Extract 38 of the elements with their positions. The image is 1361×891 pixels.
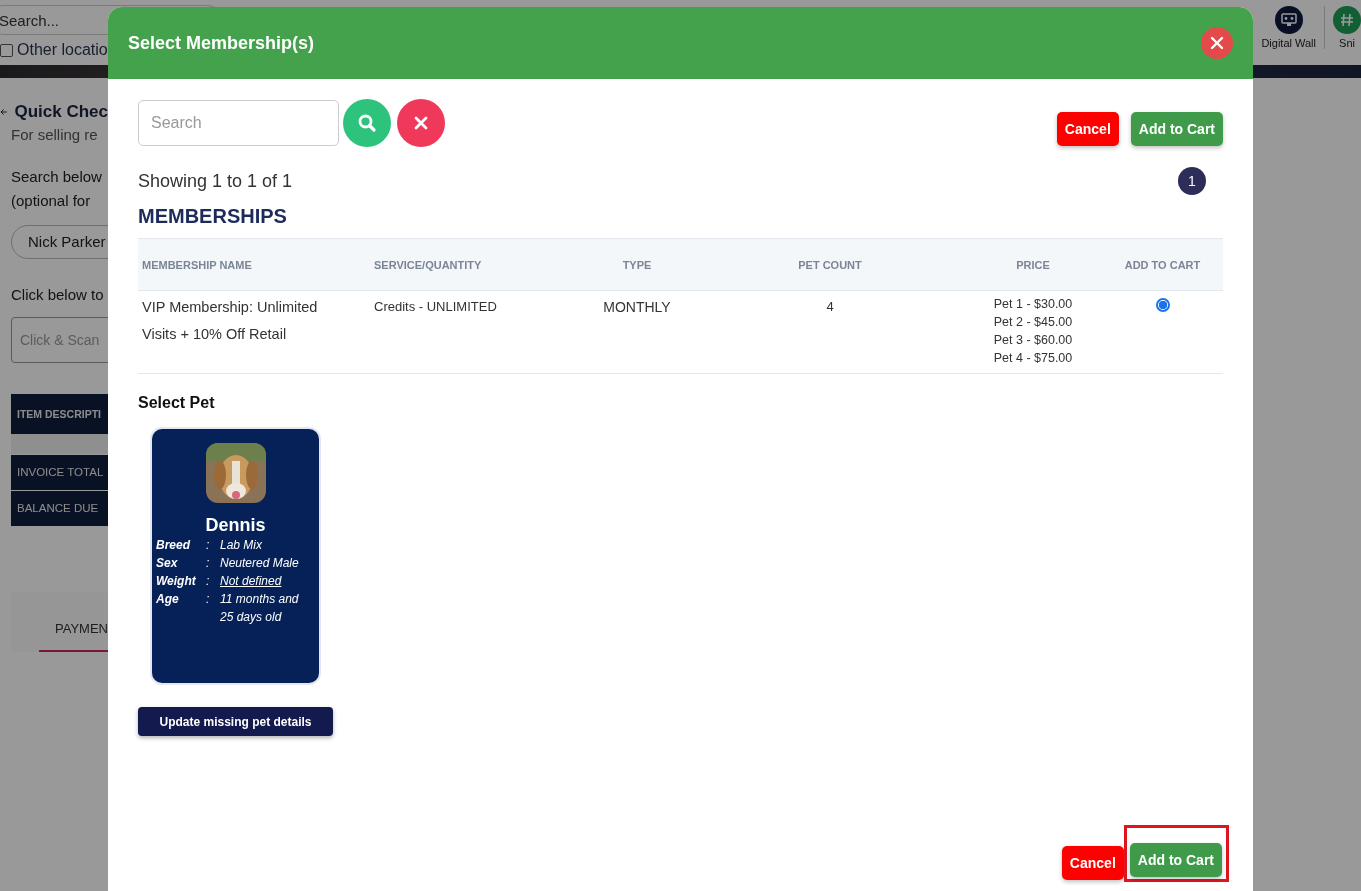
column-header: ADD TO CART bbox=[1102, 238, 1223, 291]
column-header: PET COUNT bbox=[696, 238, 964, 291]
section-title: Select Pet bbox=[138, 394, 216, 412]
column-header: PRICE bbox=[964, 238, 1102, 291]
page-subtitle: For selling re bbox=[11, 126, 99, 143]
field-separator: : bbox=[206, 573, 211, 590]
scan-hint: Click below to bbox=[11, 286, 105, 303]
pet-name: Dennis bbox=[205, 515, 266, 536]
page-title: Quick Chec bbox=[14, 102, 108, 122]
field-value: Neutered Male bbox=[220, 555, 300, 572]
field-label: Breed bbox=[156, 537, 192, 554]
table-cell: VIP Membership: Unlimited Visits + 10% Off Retail bbox=[138, 290, 370, 374]
field-separator: : bbox=[206, 555, 211, 572]
column-header: MEMBERSHIP NAME bbox=[138, 238, 370, 291]
column-header: TYPE bbox=[578, 238, 696, 291]
section-title: MEMBERSHIPS bbox=[138, 205, 288, 228]
field-label: Age bbox=[156, 591, 180, 608]
total-label: INVOICE TOTAL bbox=[11, 455, 108, 490]
price-line: Pet 2 - $45.00 bbox=[992, 314, 1074, 331]
search-hint: Search below (optional for bbox=[11, 167, 103, 211]
field-label: Weight bbox=[156, 573, 197, 590]
field-label: Sex bbox=[156, 555, 179, 572]
table-cell: MONTHLY bbox=[578, 290, 696, 374]
checkbox-label: Other locatio bbox=[17, 41, 108, 59]
price-line: Pet 4 - $75.00 bbox=[992, 350, 1074, 367]
price-line: Pet 3 - $60.00 bbox=[992, 332, 1074, 349]
field-value: 11 months and 25 days old bbox=[220, 591, 300, 626]
field-value: Lab Mix bbox=[220, 537, 264, 554]
table-cell: Credits - UNLIMITED bbox=[370, 290, 578, 374]
table-header: ITEM DESCRIPTI bbox=[11, 394, 108, 434]
column-header: SERVICE/QUANTITY bbox=[370, 238, 578, 291]
field-separator: : bbox=[206, 591, 211, 608]
table-cell: 4 bbox=[696, 290, 964, 374]
modal-title: Select Membership(s) bbox=[128, 32, 315, 54]
results-count: Showing 1 to 1 of 1 bbox=[138, 170, 293, 192]
field-separator: : bbox=[206, 537, 211, 554]
price-line: Pet 1 - $30.00 bbox=[992, 296, 1074, 313]
total-label: BALANCE DUE bbox=[11, 491, 108, 526]
